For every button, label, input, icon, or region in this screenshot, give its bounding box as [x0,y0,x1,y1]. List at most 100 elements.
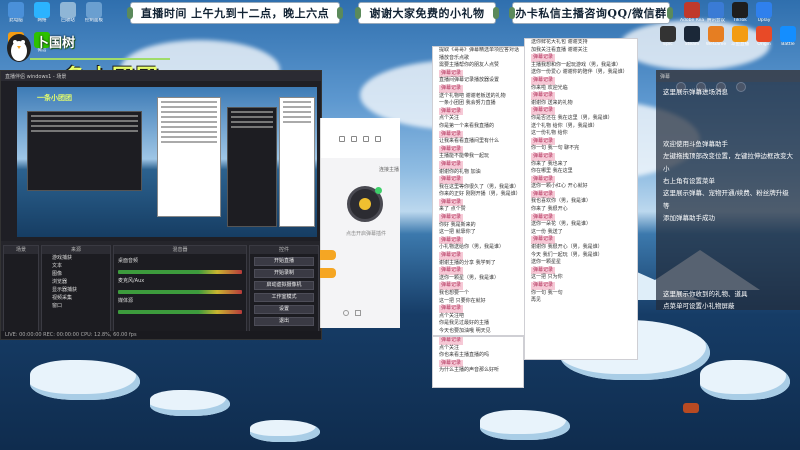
exit-button[interactable]: 退出 [254,317,314,326]
lock-icon[interactable] [339,136,345,142]
comment-text: 来了 点个赞 [439,206,466,213]
comment-text: 这一把 只为你 [531,274,563,281]
studio-mode-button[interactable]: 工作室模式 [254,293,314,302]
volume-meter[interactable] [118,310,242,314]
obs-window[interactable]: 直播伴侣 windows1 - 场景 一条小团团 场景 来源 游戏捕获 文本 图… [0,70,322,340]
desktop-icon[interactable]: Origin [752,26,776,48]
comment-text: 主播能不能带我一起玩 [439,153,490,160]
desktop-icon[interactable]: Adobe Reader [680,2,704,24]
desktop-icon[interactable]: Epic [656,26,680,48]
desktop-icon[interactable]: Battle [776,26,800,48]
danmu-app-window[interactable]: 连接主播 点击开启弹幕插件 [320,118,400,328]
desktop-icon[interactable]: 网络 [30,2,54,24]
comment-text: 我也喜欢你（男，我是谁） [531,198,592,205]
save-icon[interactable] [363,136,369,142]
desktop-icon[interactable]: 腾讯会议 [704,2,728,24]
comment-text: 送你一颗星（男，我是谁） [439,274,500,281]
adobe-reader-icon [684,2,700,18]
source-item[interactable]: 视频采集 [42,294,110,302]
comment-text: 需要主播帮你的朋友人点赞 [439,62,500,69]
comment-line: 来了 点个赞 [433,206,527,214]
app-connect-ring[interactable] [347,186,383,222]
preview-danmu-panel [227,107,277,227]
desktop-icon[interactable]: 斗鱼直播 [728,26,752,48]
comment-text: 送个礼物吧 谢谢老板送的礼物 [439,92,506,99]
app-side-tab[interactable] [320,250,336,260]
comment-panel-bottom[interactable]: 弹幕记录 点个关注 你也来看主播直播的吗 弹幕记录 为什么主播的声音那么好听 [432,336,524,388]
desktop-icon[interactable]: Steam [680,26,704,48]
desktop-icon[interactable]: WeGame [704,26,728,48]
controls-dock[interactable]: 控件 开始直播 开始录制 启动虚拟摄像机 工作室模式 设置 退出 [249,245,319,335]
source-item[interactable]: 浏览器 [42,278,110,286]
scenes-dock[interactable]: 场景 [3,245,39,335]
gear-icon[interactable] [343,310,349,316]
source-item[interactable]: 图像 [42,270,110,278]
volume-meter[interactable] [118,290,242,294]
comment-text: 送你一份爱心 谢谢你的陪伴（男，我是谁） [531,69,628,76]
comment-line: 直播间弹幕记录播放器设置 [433,77,527,85]
comment-text: 送个礼物 给你（男，我是谁） [531,122,598,129]
wegame-icon [708,26,724,42]
start-stream-button[interactable]: 开始直播 [254,257,314,266]
desktop-icon[interactable]: 回收站 [56,2,80,24]
source-item[interactable]: 文本 [42,262,110,270]
comment-panel-left[interactable]: 提取《哥哥》弹幕精选单项应答对话 播放音乐点歌 需要主播帮你的朋友人点赞 弹幕记录 直播… [432,46,528,336]
online-status-icon [375,187,382,194]
comment-text: 你是我见过最好的主播 [439,320,490,327]
comment-text: 你是否还在 我在这里（男，我是谁） [531,114,613,121]
volume-meter[interactable] [118,270,242,274]
desktop-icon[interactable]: 此电脑 [4,2,28,24]
comment-text: 这一份礼物 给你 [531,130,568,137]
source-item[interactable]: 窗口 [42,302,110,310]
comment-line: 弹幕记录 [433,337,523,345]
boat [683,403,699,413]
mixer-channel-label: 麦克风/Aux [118,278,145,284]
sources-dock[interactable]: 来源 游戏捕获 文本 图像 浏览器 显示器捕获 视频采集 窗口 [41,245,111,335]
sources-dock-title: 来源 [42,246,110,254]
comment-text: 你一句 我一句 聊不完 [531,145,580,152]
banner-thanks: 谢谢大家免费的小礼物 [355,2,499,24]
comment-tag: 弹幕记录 [439,160,464,169]
battlenet-icon [780,26,796,42]
network-icon [34,2,50,18]
comment-text: 你来的正好 刚刚开播（男，我是谁） [439,191,521,198]
mixer-channel-label: 桌面音频 [118,258,139,264]
comment-line: 今天也要加油哦 明天见 [433,328,527,335]
comment-text: 你好 我是新来的 [439,221,476,228]
comment-line: 你一句 我一句 聊不完 [525,145,637,153]
desktop-icon[interactable]: Uplay [752,2,776,24]
ice-floe [30,360,140,400]
comment-line: 送个礼物 给你（男，我是谁） [525,123,637,131]
mixer-dock[interactable]: 混音器 桌面音频 麦克风/Aux 媒体源 [113,245,247,335]
comment-line: 点个关注 [433,115,527,123]
window-icon[interactable] [355,310,361,316]
comment-text: 直播间弹幕记录播放器设置 [439,77,500,84]
comment-panel-right[interactable]: 送你鲜花大礼包 谢谢支持 加我关注看直播 谢谢关注 弹幕记录 主播我想和你一起玩游戏（… [524,38,638,360]
ice-floe [150,390,230,416]
comment-line: 提取《哥哥》弹幕精选单项应答对话 [433,47,527,55]
desktop-icon[interactable]: 控制面板 [82,2,106,24]
comment-text: 点个关注吧 [439,312,465,319]
record-icon [359,198,371,210]
obs-preview[interactable]: 一条小团团 [17,87,317,237]
control-panel-icon [86,2,102,18]
source-item[interactable]: 游戏捕获 [42,254,110,262]
comment-line: 弹幕记录 [433,267,527,275]
settings-button[interactable]: 设置 [254,305,314,314]
comment-line: 你是否还在 我在这里（男，我是谁） [525,115,637,123]
start-recording-button[interactable]: 开始录制 [254,269,314,278]
comment-tag: 弹幕记录 [439,176,464,184]
menu-icon[interactable] [736,82,746,92]
virtual-camera-button[interactable]: 启动虚拟摄像机 [254,281,314,290]
comment-line: 谢谢你 我很开心（男，我是谁） [525,244,637,252]
comment-text: 你来了 我也来了 [531,160,568,167]
comment-text: 这一把 只要你在就好 [439,297,486,304]
app-side-tab[interactable] [320,268,336,278]
desktop-icon[interactable]: TikTok [728,2,752,24]
comment-text: 你来啦 欢迎光临 [531,84,568,91]
source-item[interactable]: 显示器捕获 [42,286,110,294]
copy-icon[interactable] [351,136,357,142]
app-hint: 点击开启弹幕插件 [345,231,386,237]
ice-floe [480,410,570,440]
settings-icon[interactable] [375,136,381,142]
